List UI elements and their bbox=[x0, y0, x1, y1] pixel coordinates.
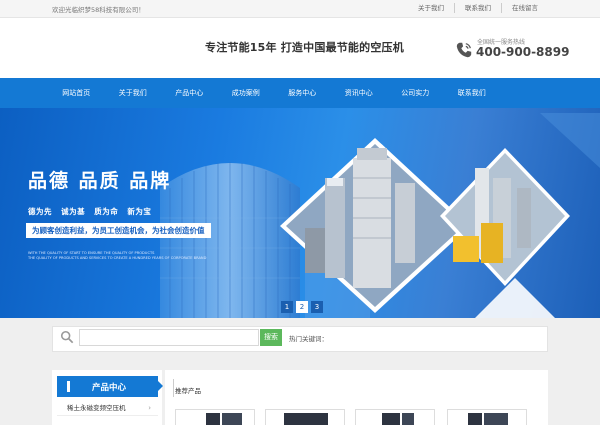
product-card[interactable] bbox=[355, 409, 435, 425]
banner-tag: 德为先 bbox=[28, 207, 52, 216]
banner-diamond-photos bbox=[280, 113, 600, 318]
hot-keywords-label: 热门关键词： bbox=[289, 335, 328, 343]
nav-item-about[interactable]: 关于我们 bbox=[105, 78, 162, 108]
banner-page-1[interactable]: 1 bbox=[281, 301, 293, 313]
header: 专注节能15年 打造中国最节能的空压机 全国统一服务热线 400-900-889… bbox=[0, 18, 600, 78]
sidebar-header: 产品中心 bbox=[57, 376, 163, 397]
product-sidebar: 产品中心 稀土永磁变频空压机 › bbox=[52, 370, 163, 425]
search-icon bbox=[60, 330, 74, 344]
banner-tag: 质为命 bbox=[94, 207, 119, 216]
product-image bbox=[484, 413, 508, 425]
product-image bbox=[222, 413, 242, 425]
top-link-message[interactable]: 在线留言 bbox=[501, 3, 548, 13]
nav-item-contact[interactable]: 联系我们 bbox=[444, 78, 501, 108]
product-image bbox=[382, 413, 400, 425]
sidebar-item[interactable]: 稀土永磁变频空压机 › bbox=[57, 401, 158, 416]
banner-page-3[interactable]: 3 bbox=[311, 301, 323, 313]
search-input[interactable] bbox=[79, 329, 259, 346]
hotline-number: 400-900-8899 bbox=[476, 45, 570, 59]
product-image bbox=[284, 413, 328, 425]
phone-icon bbox=[456, 42, 472, 58]
nav-item-service[interactable]: 服务中心 bbox=[274, 78, 331, 108]
product-card[interactable] bbox=[265, 409, 345, 425]
top-links: 关于我们 联系我们 在线留言 bbox=[408, 3, 548, 13]
product-image bbox=[402, 413, 414, 425]
sidebar-header-arrow bbox=[158, 381, 163, 391]
nav-item-cases[interactable]: 成功案例 bbox=[218, 78, 275, 108]
top-link-about[interactable]: 关于我们 bbox=[408, 3, 454, 13]
product-image bbox=[468, 413, 482, 425]
recommended-products: 推荐产品 bbox=[165, 370, 548, 425]
sidebar-item-label: 稀土永磁变频空压机 bbox=[67, 404, 126, 412]
welcome-text: 欢迎光临织梦58科技有限公司！ bbox=[52, 6, 145, 14]
top-link-contact[interactable]: 联系我们 bbox=[454, 3, 501, 13]
hero-banner[interactable]: 品德 品质 品牌 德为先 诚为基 质为命 新为宝 为顾客创造利益，为员工创造机会… bbox=[0, 108, 600, 318]
nav-item-news[interactable]: 资讯中心 bbox=[331, 78, 388, 108]
sidebar-header-bar bbox=[67, 381, 70, 392]
product-image bbox=[206, 413, 220, 425]
hotline: 全国统一服务热线 400-900-8899 bbox=[455, 34, 569, 64]
logo[interactable] bbox=[52, 30, 172, 66]
nav-item-home[interactable]: 网站首页 bbox=[48, 78, 105, 108]
main-nav: 网站首页 关于我们 产品中心 成功案例 服务中心 资讯中心 公司实力 联系我们 bbox=[0, 78, 600, 108]
banner-title: 品德 品质 品牌 bbox=[28, 170, 172, 192]
banner-page-2[interactable]: 2 bbox=[296, 301, 308, 313]
header-slogan: 专注节能15年 打造中国最节能的空压机 bbox=[205, 41, 404, 54]
product-card[interactable] bbox=[175, 409, 255, 425]
banner-tag: 诚为基 bbox=[61, 207, 86, 216]
search-button[interactable]: 搜索 bbox=[260, 329, 282, 346]
banner-tag: 新为宝 bbox=[127, 207, 152, 216]
top-bar: 欢迎光临织梦58科技有限公司！ 关于我们 联系我们 在线留言 bbox=[0, 0, 600, 18]
banner-pagination: 1 2 3 bbox=[281, 301, 323, 313]
nav-item-products[interactable]: 产品中心 bbox=[161, 78, 218, 108]
sidebar-title: 产品中心 bbox=[92, 383, 127, 393]
banner-strip: 为顾客创造利益，为员工创造机会，为社会创造价值 bbox=[26, 223, 211, 238]
chevron-right-icon: › bbox=[148, 404, 151, 412]
section-divider bbox=[173, 379, 174, 397]
section-title: 推荐产品 bbox=[175, 387, 201, 395]
banner-english: WITH THE QUALITY OF START TO ENSURE THE … bbox=[28, 251, 206, 261]
banner-tags: 德为先 诚为基 质为命 新为宝 bbox=[28, 206, 157, 217]
nav-item-strength[interactable]: 公司实力 bbox=[387, 78, 444, 108]
banner-english-line: THE QUALITY OF PRODUCTS AND SERVICES TO … bbox=[28, 256, 207, 260]
product-card[interactable] bbox=[447, 409, 527, 425]
